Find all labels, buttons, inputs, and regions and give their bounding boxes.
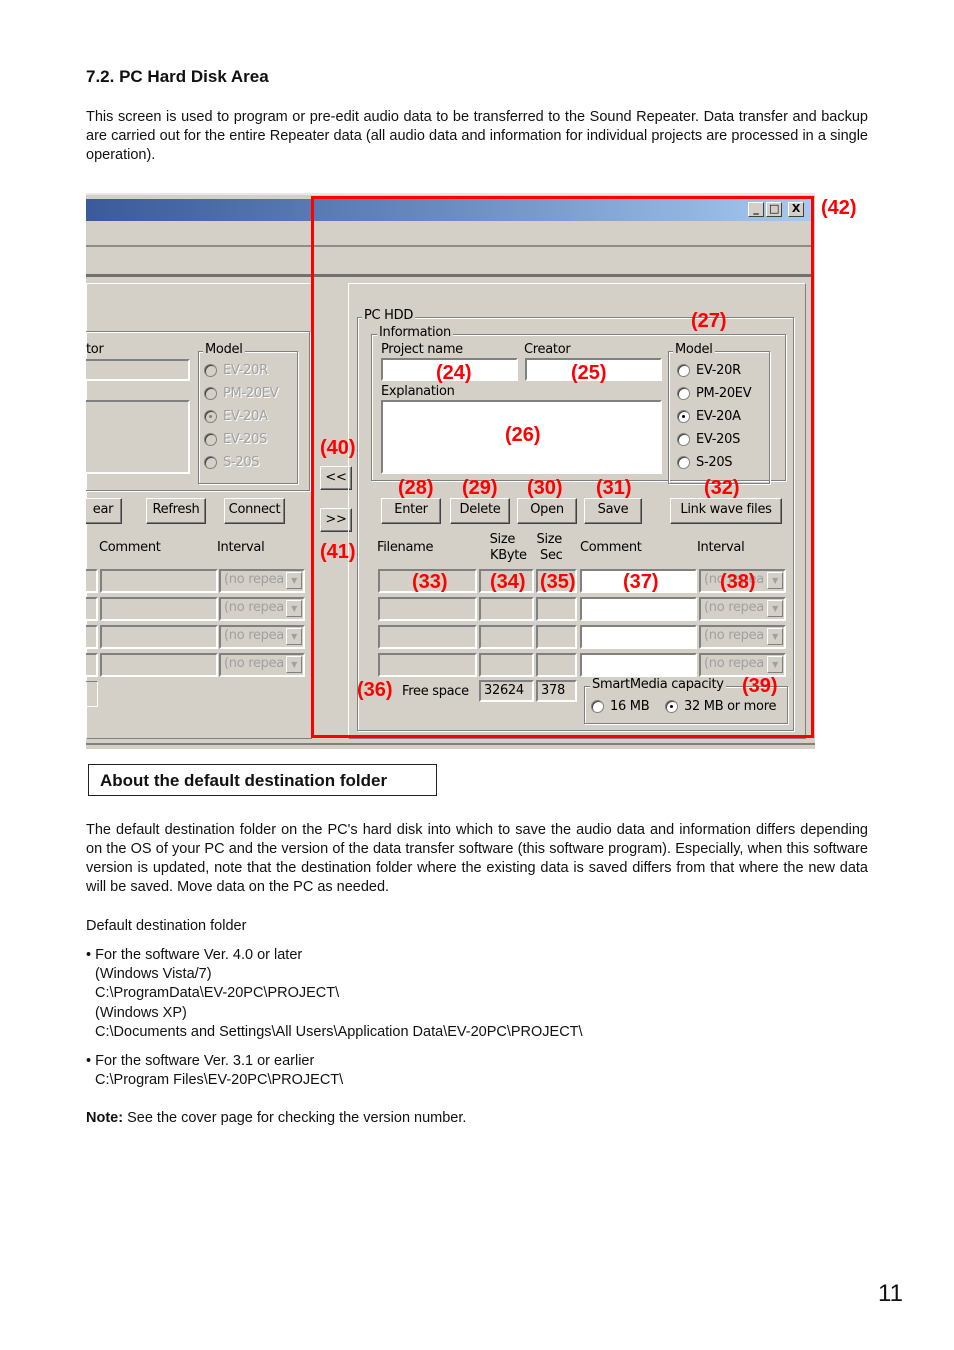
callout-28: (28) (398, 477, 434, 499)
callout-body: The default destination folder on the PC… (86, 822, 868, 895)
callout-42: (42) (821, 197, 857, 219)
bullet-ver4-title: • For the software Ver. 4.0 or later (86, 947, 303, 963)
repeater-model-ev20a: EV-20A (204, 409, 278, 432)
repeater-creator-field (86, 359, 190, 381)
repeater-comment-header: Comment (99, 540, 161, 555)
page-number: 11 (878, 1280, 903, 1307)
callout-24: (24) (436, 362, 472, 384)
callout-30: (30) (527, 477, 563, 499)
bullet-ver3: • For the software Ver. 3.1 or earlier C… (86, 1052, 343, 1090)
callout-box-title: About the default destination folder (88, 764, 437, 796)
callout-34: (34) (490, 571, 526, 593)
callout-25: (25) (571, 362, 607, 384)
bullet-ver4-line: C:\ProgramData\EV-20PC\PROJECT\ (95, 985, 340, 1002)
callout-36: (36) (357, 679, 393, 701)
pc-hdd-highlight-frame (311, 196, 814, 738)
repeater-model-ev20s: EV-20S (204, 432, 278, 455)
repeater-explanation-field (86, 400, 190, 474)
callout-40: (40) (320, 437, 356, 459)
note: Note: See the cover page for checking th… (86, 1109, 466, 1128)
callout-41: (41) (320, 541, 356, 563)
callout-35: (35) (540, 571, 576, 593)
callout-38: (38) (720, 571, 756, 593)
repeater-model-ev20r: EV-20R (204, 363, 278, 386)
bullet-ver4-line: (Windows Vista/7) (95, 966, 212, 983)
bullet-ver4-line: (Windows XP) (95, 1004, 187, 1021)
callout-33: (33) (412, 571, 448, 593)
repeater-model-s20s: S-20S (204, 455, 278, 478)
refresh-button[interactable]: Refresh (146, 498, 206, 524)
bullet-ver3-title: • For the software Ver. 3.1 or earlier (86, 1053, 315, 1069)
section-title: 7.2. PC Hard Disk Area (86, 67, 269, 86)
callout-27: (27) (691, 310, 727, 332)
bullet-ver4: • For the software Ver. 4.0 or later (Wi… (86, 946, 583, 1042)
repeater-model-pm20ev: PM-20EV (204, 386, 279, 409)
callout-32: (32) (704, 477, 740, 499)
note-text: See the cover page for checking the vers… (123, 1110, 467, 1126)
clear-button[interactable]: ear (86, 498, 122, 524)
folder-heading: Default destination folder (86, 918, 247, 934)
repeater-model-radios: EV-20R PM-20EV EV-20A EV-20S S-20S (204, 363, 279, 478)
callout-31: (31) (596, 477, 632, 499)
intro-paragraph: This screen is used to program or pre-ed… (86, 109, 868, 163)
callout-39: (39) (742, 675, 778, 697)
bullet-ver4-line: C:\Documents and Settings\All Users\Appl… (95, 1023, 583, 1040)
window-bottom-edge (86, 743, 815, 745)
creator-label: tor (86, 342, 104, 357)
note-label: Note: (86, 1110, 124, 1126)
repeater-model-label: Model (203, 342, 245, 357)
callout-37: (37) (623, 571, 659, 593)
connect-button[interactable]: Connect (224, 498, 285, 524)
bullet-ver3-line: C:\Program Files\EV-20PC\PROJECT\ (95, 1072, 344, 1089)
repeater-interval-header: Interval (217, 540, 265, 555)
callout-29: (29) (462, 477, 498, 499)
callout-26: (26) (505, 424, 541, 446)
